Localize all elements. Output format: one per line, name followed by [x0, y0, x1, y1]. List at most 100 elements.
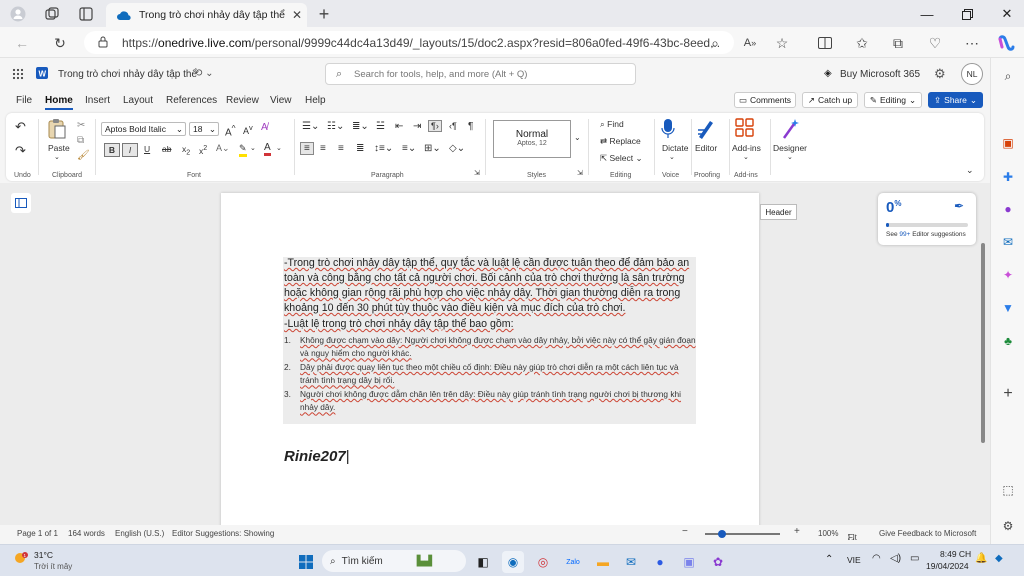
copilot-taskbar-icon[interactable]: ◆ [995, 553, 1003, 564]
document-page[interactable]: -Trong trò chơi nhảy dây tập thể, quy tắ… [221, 193, 759, 535]
styles-launcher-icon[interactable]: ⇲ [577, 169, 583, 177]
search-box[interactable]: ⌕ Search for tools, help, and more (Alt … [325, 63, 636, 85]
notification-bell-icon[interactable]: 🔔 [975, 553, 987, 564]
align-left-icon[interactable]: ≡ [300, 142, 314, 155]
language-status[interactable]: English (U.S.) [115, 529, 164, 538]
designer-button[interactable]: Designer [773, 143, 807, 153]
editor-button[interactable]: Editor [695, 143, 717, 153]
shrink-font-icon[interactable]: Av [243, 123, 253, 136]
cut-icon[interactable]: ✂ [77, 120, 85, 131]
tab-view[interactable]: View [270, 95, 292, 106]
paste-label[interactable]: Paste [48, 143, 70, 153]
paste-dropdown-icon[interactable]: ⌄ [54, 153, 60, 161]
align-center-icon[interactable]: ≡ [320, 143, 326, 154]
find-button[interactable]: ⌕ Find [600, 119, 624, 130]
share-button[interactable]: ⇪ Share ⌄ [928, 92, 983, 108]
zoom-level[interactable]: 100% [818, 529, 838, 538]
copilot-icon[interactable] [996, 33, 1016, 53]
back-icon[interactable]: ← [12, 33, 32, 53]
signature-text[interactable]: Rinie207| [284, 448, 350, 465]
favorites-icon[interactable]: ✩ [852, 33, 872, 53]
superscript-icon[interactable]: x2 [199, 144, 207, 156]
url-field[interactable]: https://onedrive.live.com/personal/9999c… [84, 31, 734, 54]
subscript-icon[interactable]: x2 [182, 144, 190, 157]
editor-suggestions-link[interactable]: See 99+ Editor suggestions [886, 231, 966, 238]
file-explorer-icon[interactable]: ▬ [592, 551, 614, 573]
input-language[interactable]: VIE [847, 555, 861, 565]
volume-icon[interactable]: ◁) [890, 553, 901, 564]
wifi-icon[interactable]: ◠ [872, 553, 881, 564]
new-tab-icon[interactable]: + [314, 4, 334, 24]
italic-icon[interactable]: I [122, 143, 138, 157]
underline-icon[interactable]: U [144, 144, 150, 154]
multilevel-list-icon[interactable]: ≣⌄ [352, 121, 369, 132]
avatar[interactable]: NL [961, 63, 983, 85]
tab-references[interactable]: References [166, 95, 217, 106]
feedback-link[interactable]: Give Feedback to Microsoft [879, 529, 976, 538]
zoom-out-icon[interactable]: − [682, 526, 688, 537]
dictate-button[interactable]: Dictate [662, 143, 688, 153]
chevron-down-icon[interactable]: ⌄ [743, 153, 749, 161]
copilot-side-icon[interactable]: ● [999, 200, 1017, 218]
replace-button[interactable]: ⇄ Replace [600, 136, 641, 147]
sidebar-settings-icon[interactable]: ⚙ [999, 517, 1017, 535]
workspaces-icon[interactable] [42, 4, 62, 24]
ribbon-collapse-icon[interactable]: ⌄ [966, 165, 974, 176]
tab-insert[interactable]: Insert [85, 95, 110, 106]
tab-home[interactable]: Home [45, 95, 73, 110]
add-sidebar-icon[interactable]: + [999, 385, 1017, 403]
split-screen-icon[interactable] [815, 33, 835, 53]
styles-dropdown-icon[interactable]: ⌄ [574, 133, 581, 142]
text-effects-icon[interactable]: A⌄ [216, 143, 230, 154]
close-tab-icon[interactable]: ✕ [292, 8, 302, 22]
numbering-icon[interactable]: ☷⌄ [327, 121, 344, 132]
active-tab[interactable]: Trong trò chơi nhảy dây tập thể, q ✕ [106, 3, 307, 27]
editor-pen-icon[interactable] [696, 118, 716, 142]
paragraph-1[interactable]: -Trong trò chơi nhảy dây tập thể, quy tắ… [284, 256, 696, 316]
zoom-in-icon[interactable]: + [794, 526, 800, 537]
browser-essentials-icon[interactable]: ♡ [925, 33, 945, 53]
bold-icon[interactable]: B [104, 143, 120, 157]
refresh-icon[interactable]: ↻ [50, 33, 70, 53]
font-color-icon[interactable]: A [264, 142, 271, 156]
style-normal-tile[interactable]: Normal Aptos, 12 [493, 120, 571, 158]
paste-icon[interactable] [47, 118, 67, 142]
tab-file[interactable]: File [16, 95, 32, 106]
zoom-icon[interactable]: ⌕ [705, 33, 725, 53]
start-icon[interactable] [295, 551, 317, 573]
editor-score-card[interactable]: 0% ✒ See 99+ Editor suggestions [878, 193, 976, 245]
catch-up-button[interactable]: ↗ Catch up [802, 92, 858, 108]
tab-help[interactable]: Help [305, 95, 326, 106]
tab-actions-icon[interactable] [76, 4, 96, 24]
search-icon[interactable]: ⌕ [999, 67, 1017, 85]
buy-microsoft-365-link[interactable]: Buy Microsoft 365 [840, 69, 920, 80]
tab-layout[interactable]: Layout [123, 95, 153, 106]
vertical-scrollbar[interactable] [981, 243, 985, 443]
app-icon[interactable]: ✿ [707, 551, 729, 573]
tab-review[interactable]: Review [226, 95, 259, 106]
align-right-icon[interactable]: ≡ [338, 143, 344, 154]
tray-chevron-icon[interactable]: ⌃ [825, 554, 833, 565]
edge-icon[interactable]: ◉ [502, 551, 524, 573]
format-painter-icon[interactable]: 🖌 [77, 150, 90, 161]
clock-time[interactable]: 8:49 CH [940, 549, 971, 559]
weather-icon[interactable]: 1 [13, 551, 31, 569]
decrease-indent-icon[interactable]: ⇤ [395, 121, 403, 132]
paragraph-spacing-icon[interactable]: ≡⌄ [402, 143, 416, 154]
navigation-pane-icon[interactable] [11, 193, 31, 213]
teams-icon[interactable]: ▣ [678, 551, 700, 573]
mail-icon[interactable]: ✉ [620, 551, 642, 573]
microphone-icon[interactable] [661, 118, 675, 142]
shopping-icon[interactable]: ▣ [999, 134, 1017, 152]
restore-icon[interactable] [952, 4, 982, 24]
tree-icon[interactable]: ♣ [999, 332, 1017, 350]
word-count[interactable]: 164 words [68, 529, 105, 538]
list-item[interactable]: 3. Người chơi không được dẫm chân lên trê… [284, 388, 696, 415]
chevron-down-icon[interactable]: ⌄ [669, 153, 675, 161]
more-options-icon[interactable]: ⋯ [962, 33, 982, 53]
checklist-icon[interactable]: ☱ [376, 121, 385, 132]
paragraph-2[interactable]: -Luật lệ trong trò chơi nhảy dây tập thể… [284, 317, 696, 332]
pilcrow-icon[interactable]: ¶ [468, 121, 473, 132]
clock-date[interactable]: 19/04/2024 [926, 561, 969, 571]
battery-icon[interactable]: ▭ [910, 553, 919, 564]
